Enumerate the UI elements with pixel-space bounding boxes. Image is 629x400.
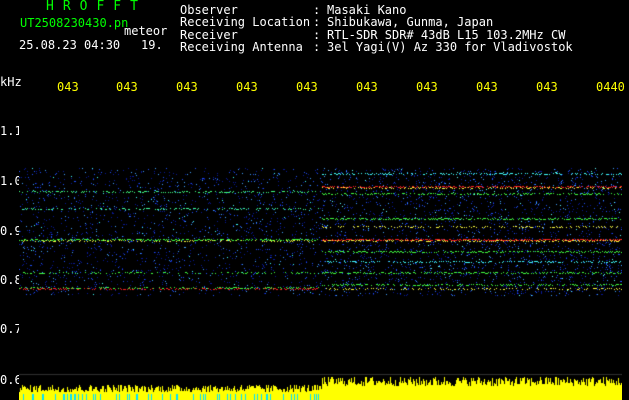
antenna-label: Receiving Antenna [180, 39, 303, 54]
time-tick-label: 043 [296, 80, 318, 94]
filename-label: UT2508230430.pn [20, 16, 129, 30]
app-title: HROFFT [46, 0, 147, 14]
time-tick-label: 043 [356, 80, 378, 94]
header-values: Masaki Kano Shibukawa, Gunma, Japan RTL-… [327, 4, 573, 53]
time-tick-label: 043 [416, 80, 438, 94]
meteor-label: meteor [124, 24, 168, 38]
time-tick-label: 043 [236, 80, 258, 94]
y-axis-unit: kHz [0, 75, 22, 89]
separator: : [313, 15, 321, 30]
time-tick-label: 043 [476, 80, 498, 94]
location-label: Receiving Location [180, 15, 311, 30]
spectrogram-plot [19, 96, 622, 400]
header-separators: : : : : [313, 4, 320, 53]
separator: : [313, 39, 321, 54]
time-tick-label: 043 [176, 80, 198, 94]
time-tick-label: 043 [57, 80, 79, 94]
time-tick-label: 043 [116, 80, 138, 94]
meteor-count: 19. [141, 38, 163, 52]
hrofft-window: HROFFT UT2508230430.pn meteor 25.08.23 0… [0, 0, 629, 400]
datetime-label: 25.08.23 04:30 [19, 38, 121, 52]
location-value: Shibukawa, Gunma, Japan [327, 15, 494, 30]
time-tick-label: 043 [536, 80, 558, 94]
antenna-value: 3el Yagi(V) Az 330 for Vladivostok [327, 39, 573, 54]
time-tick-label: 0440 [596, 80, 625, 94]
header-labels: Observer Receiving Location Receiver Rec… [180, 4, 310, 53]
